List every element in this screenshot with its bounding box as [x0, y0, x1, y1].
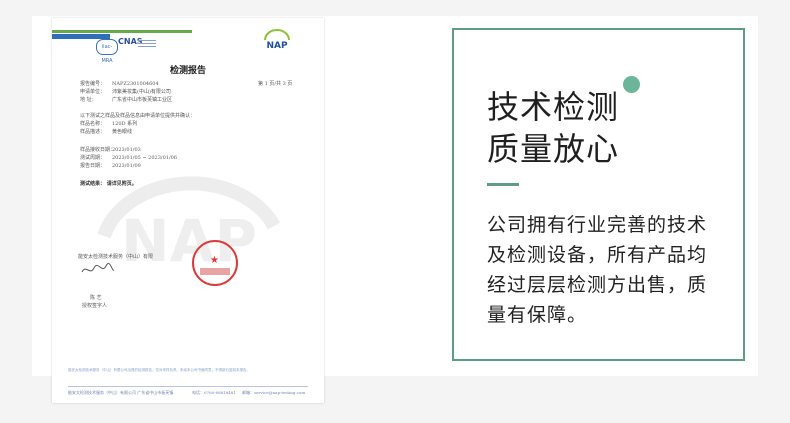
card-body-line: 量有保障。	[487, 304, 588, 326]
received-date-row: 样品接收日期：2023/01/03	[80, 147, 141, 153]
card-body-line: 及检测设备，所有产品均	[487, 244, 708, 266]
footer-address: 能安太检测技术服务（中山）有限公司 广东省中山市板芙镇	[68, 390, 174, 395]
address-row: 地 址： 广东省中山市板芙镇工业区	[80, 97, 173, 103]
official-seal: ★	[192, 240, 238, 286]
accent-dot	[623, 76, 640, 93]
seal-star-icon: ★	[210, 255, 219, 266]
card-body-line: 公司拥有行业完善的技术	[487, 214, 708, 236]
heading-divider	[487, 183, 519, 186]
signer-title: 授权签字人	[82, 303, 108, 309]
footer-note: 能安太检测技术服务（中山）有限公司出具的检测报告，仅对来样负责。未经本公司书面同…	[68, 368, 250, 372]
card-heading-line-1: 技术检测	[487, 88, 620, 126]
card-body-line: 经过层层检测方出售，质	[487, 274, 708, 296]
seal-band	[200, 268, 230, 275]
signature-scribble	[81, 263, 115, 273]
intro-text: 以下测试之样品及样品信息由申请单位提供并确认：	[80, 113, 196, 119]
nap-logo-icon: NAP	[264, 29, 290, 51]
test-report-document: ilac-MRA CNAS NAP 检测报告 报告编号： NAPZ23010046…	[52, 18, 324, 403]
signer-org: 能安太检测技术服务（中山）有限	[78, 254, 154, 260]
applicant-row: 申请单位： 沛紫美妆集(中山)有限公司	[80, 89, 171, 95]
report-title: 检测报告	[169, 66, 206, 76]
sample-desc-row: 样品描述： 黄色眼线	[80, 129, 133, 135]
cnas-logo-lines	[138, 38, 156, 49]
test-period-row: 测试周期： 2023/01/05 ~ 2023/01/06	[80, 155, 178, 161]
signer-name: 陈 艺	[90, 295, 102, 301]
footer-phone: 电话：0760-88818481	[192, 390, 236, 395]
ilac-logo: ilac-MRA	[96, 39, 118, 64]
page-info: 第 1 页/共 3 页	[258, 81, 293, 87]
doc-green-bar	[52, 30, 192, 33]
nap-logo-text: NAP	[266, 41, 287, 51]
footer-divider	[68, 386, 308, 387]
report-no-row: 报告编号： NAPZ2301004604	[80, 81, 159, 87]
card-heading-line-2: 质量放心	[487, 130, 620, 168]
footer-email: 邮箱：service@nap-testing.com	[242, 390, 306, 395]
sample-name-row: 样品名称： 120D 系列	[80, 121, 138, 127]
